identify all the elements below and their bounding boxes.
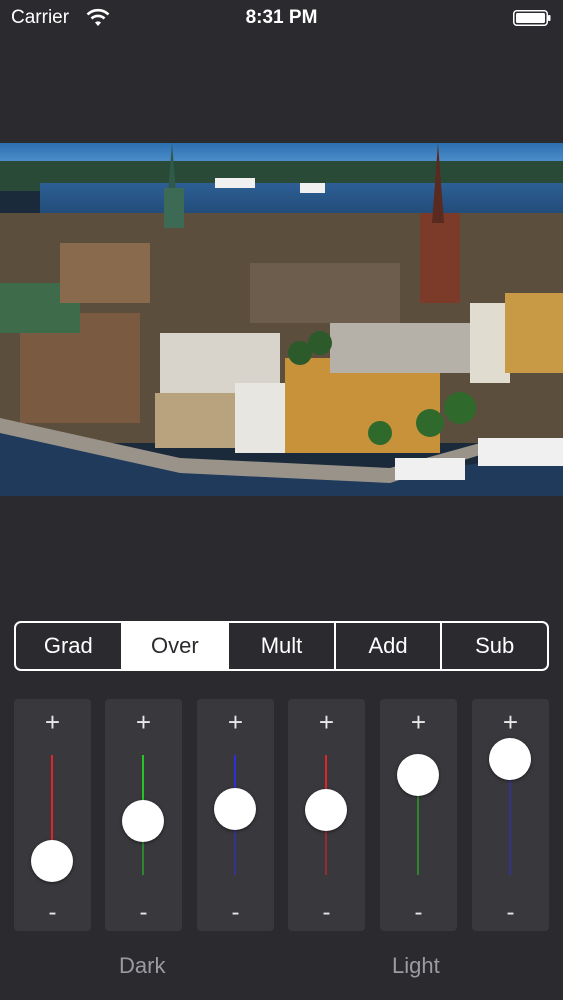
- plus-label: +: [502, 707, 519, 737]
- segment-over[interactable]: Over: [120, 623, 228, 669]
- slider-panel: + -: [197, 699, 274, 931]
- minus-label: -: [322, 899, 331, 926]
- slider-knob[interactable]: [31, 839, 73, 882]
- plus-label: +: [410, 707, 427, 737]
- segment-grad[interactable]: Grad: [16, 623, 121, 669]
- slider-panel: + -: [14, 699, 91, 931]
- city-photo-illustration: [0, 143, 563, 496]
- minus-label: -: [506, 899, 515, 926]
- status-bar: Carrier 8:31 PM: [0, 0, 563, 40]
- blend-mode-segmented-control: Grad Over Mult Add Sub: [14, 621, 549, 671]
- clock: 8:31 PM: [245, 7, 318, 28]
- plus-label: +: [135, 707, 152, 737]
- slider-panel: + -: [472, 699, 549, 931]
- slider-knob[interactable]: [214, 788, 256, 830]
- plus-label: +: [44, 707, 61, 737]
- slider-knob[interactable]: [397, 754, 439, 797]
- minus-label: -: [414, 899, 423, 926]
- city-photo: [0, 143, 563, 496]
- dark-label: Dark: [119, 953, 166, 978]
- slider-knob[interactable]: [305, 789, 347, 832]
- minus-label: -: [231, 899, 240, 926]
- segment-mult[interactable]: Mult: [227, 623, 334, 669]
- plus-label: +: [227, 707, 244, 737]
- minus-label: -: [48, 899, 57, 926]
- light-label: Light: [392, 953, 440, 978]
- plus-label: +: [318, 707, 335, 737]
- segment-sub[interactable]: Sub: [440, 623, 547, 669]
- battery-icon: [513, 10, 551, 26]
- segment-add[interactable]: Add: [333, 623, 441, 669]
- slider-knob[interactable]: [489, 737, 531, 780]
- slider-panel: + -: [288, 699, 365, 931]
- slider-knob[interactable]: [122, 800, 164, 842]
- minus-label: -: [139, 899, 148, 926]
- slider-panel: + -: [380, 699, 457, 931]
- slider-panel: + -: [105, 699, 182, 931]
